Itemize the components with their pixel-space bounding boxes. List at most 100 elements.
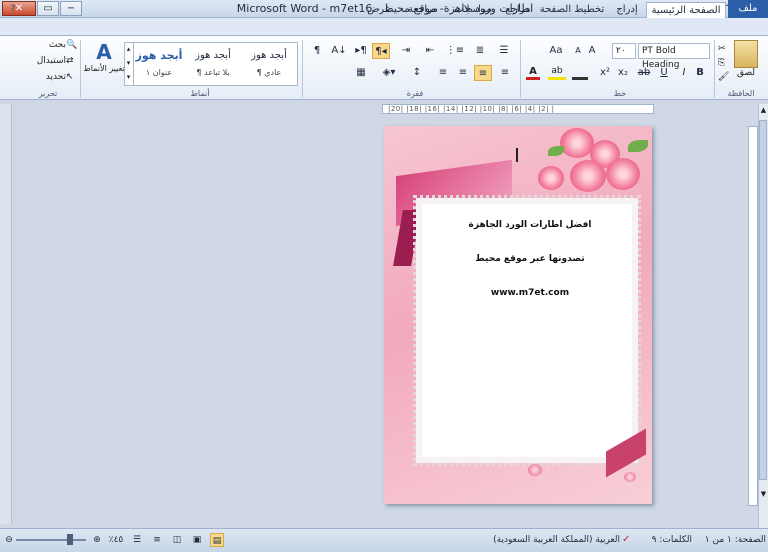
group-divider	[520, 40, 521, 98]
change-styles-label[interactable]: تغيير الأنماط	[82, 64, 126, 86]
style-heading1-sample[interactable]: أبجد هوز	[134, 46, 184, 66]
select-button[interactable]: تحديد	[30, 72, 66, 84]
rose-decoration	[538, 166, 564, 190]
tab-insert[interactable]: إدراج	[610, 2, 644, 18]
style-normal-sample[interactable]: أبجد هوز	[244, 46, 294, 66]
bold-button[interactable]: B	[693, 65, 707, 81]
style-no-spacing-name[interactable]: ¶ بلا تباعد	[188, 68, 238, 80]
petal-decoration	[528, 464, 542, 476]
font-size-select[interactable]: ٢٠	[612, 43, 636, 59]
decrease-indent-button[interactable]: ⇤	[420, 43, 440, 59]
white-frame	[413, 195, 641, 466]
replace-button[interactable]: استبدال	[20, 56, 66, 68]
change-styles-icon[interactable]: A	[92, 40, 116, 64]
scroll-up-icon[interactable]: ▲	[759, 106, 768, 116]
petal-decoration	[624, 472, 636, 482]
print-layout-icon[interactable]: ▤	[210, 533, 224, 547]
tab-review[interactable]: مراجعة	[400, 2, 446, 18]
increase-indent-button[interactable]: ⇥	[396, 43, 416, 59]
italic-button[interactable]: I	[677, 65, 691, 81]
font-name-select[interactable]: PT Bold Heading	[638, 43, 710, 70]
style-normal-name[interactable]: ¶ عادي	[244, 68, 294, 80]
strikethrough-button[interactable]: ab	[635, 65, 653, 81]
web-layout-icon[interactable]: ◫	[170, 533, 184, 547]
paragraph-group-label: فقرة	[406, 89, 424, 98]
zoom-in-icon[interactable]: ⊕	[92, 533, 102, 547]
left-margin-strip	[0, 104, 12, 524]
font-color-icon[interactable]: A	[526, 66, 540, 80]
group-divider	[714, 40, 715, 98]
tab-file[interactable]: ملف	[728, 0, 768, 18]
underline-button[interactable]: U	[657, 65, 671, 81]
align-right-button[interactable]: ≡	[496, 65, 514, 81]
shading-button[interactable]: ◈▾	[378, 65, 400, 81]
show-marks-button[interactable]: ¶	[308, 43, 326, 59]
borders-button[interactable]: ▦	[350, 65, 372, 81]
justify-button[interactable]: ≡	[434, 65, 452, 81]
tab-view[interactable]: عرض	[362, 2, 396, 18]
page-line-3: www.m7et.com	[490, 288, 570, 298]
vertical-ruler[interactable]	[748, 126, 758, 506]
replace-icon[interactable]: ⇄	[66, 56, 78, 68]
style-no-spacing-sample[interactable]: أبجد هوز	[188, 46, 238, 66]
rtl-button[interactable]: ¶◂	[372, 43, 390, 59]
ribbon-tab-bar	[0, 18, 768, 36]
language-indicator[interactable]: العربية (المملكة العربية السعودية)	[470, 533, 620, 547]
line-spacing-button[interactable]: ↕	[406, 65, 428, 81]
rose-decoration	[606, 158, 640, 190]
shrink-font-button[interactable]: A	[572, 43, 584, 59]
sort-button[interactable]: A↓	[330, 43, 348, 59]
outline-icon[interactable]: ≡	[150, 533, 164, 547]
help-icon[interactable]: ?	[6, 3, 20, 15]
zoom-slider[interactable]	[16, 539, 86, 541]
editing-group-label: تحرير	[38, 89, 58, 98]
tab-references[interactable]: مراجع	[500, 2, 536, 18]
grow-font-button[interactable]: A	[586, 43, 598, 59]
clipboard-group-label: الحافظة	[727, 89, 755, 98]
zoom-level[interactable]: ٪٤٥	[104, 533, 128, 547]
paste-icon[interactable]	[734, 40, 758, 68]
styles-group-label: أنماط	[190, 89, 210, 98]
ltr-button[interactable]: ▸¶	[352, 43, 370, 59]
tab-home[interactable]: الصفحة الرئيسية	[646, 2, 726, 18]
numbering-button[interactable]: ≣	[470, 43, 490, 59]
subscript-button[interactable]: x₂	[615, 65, 631, 81]
full-screen-icon[interactable]: ▣	[190, 533, 204, 547]
style-heading1-name[interactable]: عنوان ١	[134, 68, 184, 80]
scroll-down-icon[interactable]: ▼	[759, 490, 768, 500]
rose-decoration	[570, 160, 606, 192]
page-line-1: افضل اطارات الورد الجاهزة	[468, 220, 592, 230]
paste-label[interactable]: لصق	[728, 68, 764, 80]
highlight-icon[interactable]: ab	[548, 66, 566, 80]
zoom-slider-thumb[interactable]	[67, 534, 73, 545]
text-effects-icon[interactable]	[572, 66, 588, 80]
copy-icon[interactable]: ⎘	[718, 58, 730, 68]
draft-icon[interactable]: ☰	[130, 533, 144, 547]
page-line-2: تصدونها عبر موقع محيط	[475, 254, 585, 264]
format-painter-icon[interactable]: 🖌	[718, 72, 730, 82]
multilevel-list-button[interactable]: ⋮≡	[444, 43, 466, 59]
change-case-button[interactable]: Aa	[546, 43, 566, 59]
tab-mailings[interactable]: مراسلات	[448, 2, 498, 18]
tab-page-layout[interactable]: تخطيط الصفحة	[538, 2, 606, 18]
find-icon[interactable]: 🔍	[66, 40, 78, 52]
bullets-button[interactable]: ☰	[494, 43, 514, 59]
zoom-out-icon[interactable]: ⊖	[4, 533, 14, 547]
group-divider	[302, 40, 303, 98]
select-icon[interactable]: ↖	[66, 72, 78, 84]
word-count[interactable]: الكلمات: ٩	[640, 533, 692, 547]
scroll-thumb[interactable]	[759, 120, 767, 480]
superscript-button[interactable]: x²	[597, 65, 613, 81]
find-button[interactable]: بحث	[36, 40, 66, 52]
cut-icon[interactable]: ✂	[718, 44, 730, 54]
ruler-marks: |20| |18| |16| |14| |12| |10| |8| |6| |4…	[388, 105, 555, 113]
align-left-button[interactable]: ≡	[454, 65, 472, 81]
text-cursor	[516, 148, 518, 162]
rose-decoration	[560, 128, 594, 158]
align-center-button[interactable]: ≡	[474, 65, 492, 81]
page-count[interactable]: الصفحة: ١ من ١	[696, 533, 766, 547]
minimize-button[interactable]: −	[60, 1, 82, 16]
proofing-icon[interactable]: ✓	[622, 533, 636, 547]
restore-button[interactable]: ▭	[37, 1, 59, 16]
group-divider	[80, 40, 81, 98]
